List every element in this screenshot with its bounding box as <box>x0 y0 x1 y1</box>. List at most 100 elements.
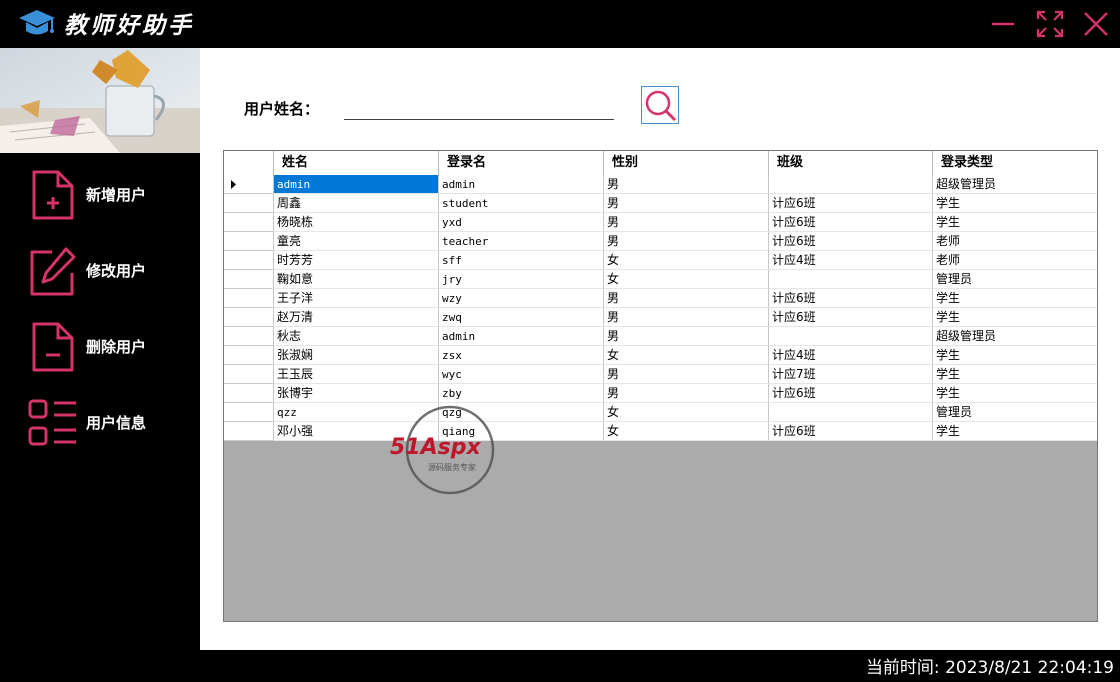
table-cell[interactable]: admin <box>438 175 603 194</box>
table-cell[interactable]: 计应4班 <box>768 251 932 270</box>
table-cell[interactable]: yxd <box>438 213 603 232</box>
table-row[interactable]: qzz qzg 女 管理员 <box>224 403 1097 422</box>
table-cell[interactable]: 学生 <box>932 384 1097 403</box>
table-cell[interactable] <box>768 403 932 422</box>
table-cell[interactable]: sff <box>438 251 603 270</box>
table-row[interactable]: 邓小强 qiang 女计应6班 学生 <box>224 422 1097 441</box>
table-cell[interactable]: 鞠如意 <box>273 270 438 289</box>
maximize-icon[interactable] <box>1036 10 1064 38</box>
table-cell[interactable]: wzy <box>438 289 603 308</box>
column-header[interactable]: 姓名 <box>273 151 438 175</box>
table-cell[interactable]: 秋志 <box>273 327 438 346</box>
table-cell[interactable]: qiang <box>438 422 603 441</box>
table-cell[interactable] <box>768 175 932 194</box>
close-icon[interactable] <box>1082 10 1110 38</box>
column-header[interactable]: 登录名 <box>438 151 603 175</box>
column-header[interactable]: 班级 <box>768 151 932 175</box>
table-row[interactable]: 周鑫 student 男计应6班 学生 <box>224 194 1097 213</box>
table-cell[interactable]: 女 <box>603 422 768 441</box>
row-selector[interactable] <box>224 308 273 327</box>
table-cell[interactable]: 计应6班 <box>768 194 932 213</box>
row-selector[interactable] <box>224 270 273 289</box>
row-selector[interactable] <box>224 327 273 346</box>
table-cell[interactable]: 学生 <box>932 422 1097 441</box>
row-selector[interactable] <box>224 289 273 308</box>
search-button[interactable] <box>641 86 679 124</box>
table-cell[interactable]: 赵万清 <box>273 308 438 327</box>
sidebar-item-user-info[interactable]: 用户信息 <box>0 391 200 453</box>
table-cell[interactable]: 女 <box>603 251 768 270</box>
row-selector[interactable] <box>224 384 273 403</box>
table-cell[interactable]: zsx <box>438 346 603 365</box>
table-row[interactable]: 张博宇 zby 男计应6班 学生 <box>224 384 1097 403</box>
table-cell[interactable]: 计应6班 <box>768 308 932 327</box>
row-selector[interactable] <box>224 175 273 194</box>
table-row[interactable]: 杨晓栋 yxd 男计应6班 学生 <box>224 213 1097 232</box>
table-cell[interactable]: admin <box>438 327 603 346</box>
sidebar-item-add-user[interactable]: 新增用户 <box>0 163 200 225</box>
table-row[interactable]: admin admin 男超级管理员 <box>224 175 1097 194</box>
table-row[interactable]: 鞠如意 jry 女 管理员 <box>224 270 1097 289</box>
search-input[interactable] <box>344 94 614 120</box>
column-header[interactable]: 登录类型 <box>932 151 1097 175</box>
table-cell[interactable]: 学生 <box>932 346 1097 365</box>
table-cell[interactable]: 计应6班 <box>768 213 932 232</box>
table-cell[interactable]: 老师 <box>932 232 1097 251</box>
table-cell[interactable]: 张博宇 <box>273 384 438 403</box>
table-cell[interactable]: 计应6班 <box>768 232 932 251</box>
table-cell[interactable]: 杨晓栋 <box>273 213 438 232</box>
table-cell[interactable]: 男 <box>603 175 768 194</box>
table-row[interactable]: 童亮 teacher 男计应6班 老师 <box>224 232 1097 251</box>
table-cell[interactable]: 学生 <box>932 194 1097 213</box>
table-cell[interactable]: 邓小强 <box>273 422 438 441</box>
table-cell[interactable]: student <box>438 194 603 213</box>
table-row[interactable]: 王子洋 wzy 男计应6班 学生 <box>224 289 1097 308</box>
table-cell[interactable]: wyc <box>438 365 603 384</box>
table-row[interactable]: 时芳芳 sff 女计应4班 老师 <box>224 251 1097 270</box>
table-cell[interactable]: 男 <box>603 365 768 384</box>
row-selector[interactable] <box>224 213 273 232</box>
table-cell[interactable]: 学生 <box>932 289 1097 308</box>
column-header[interactable]: 性别 <box>603 151 768 175</box>
table-cell[interactable]: 管理员 <box>932 403 1097 422</box>
row-selector[interactable] <box>224 232 273 251</box>
table-cell[interactable]: 王玉辰 <box>273 365 438 384</box>
row-selector[interactable] <box>224 251 273 270</box>
table-cell[interactable]: 女 <box>603 403 768 422</box>
table-cell[interactable]: 男 <box>603 232 768 251</box>
table-cell[interactable]: 计应6班 <box>768 422 932 441</box>
table-cell[interactable]: 计应4班 <box>768 346 932 365</box>
table-cell[interactable]: jry <box>438 270 603 289</box>
table-cell[interactable]: 男 <box>603 194 768 213</box>
sidebar-item-edit-user[interactable]: 修改用户 <box>0 239 200 301</box>
table-row[interactable]: 秋志 admin 男 超级管理员 <box>224 327 1097 346</box>
row-selector[interactable] <box>224 403 273 422</box>
table-cell[interactable]: teacher <box>438 232 603 251</box>
row-selector[interactable] <box>224 365 273 384</box>
table-cell[interactable]: qzg <box>438 403 603 422</box>
table-row[interactable]: 王玉辰 wyc 男计应7班 学生 <box>224 365 1097 384</box>
table-cell[interactable]: 计应7班 <box>768 365 932 384</box>
table-cell[interactable] <box>768 327 932 346</box>
table-cell[interactable]: 学生 <box>932 308 1097 327</box>
table-cell[interactable]: 时芳芳 <box>273 251 438 270</box>
table-cell[interactable]: 女 <box>603 346 768 365</box>
table-cell[interactable]: 计应6班 <box>768 384 932 403</box>
table-cell[interactable]: 学生 <box>932 365 1097 384</box>
table-cell[interactable]: zwq <box>438 308 603 327</box>
table-cell[interactable]: 张淑娴 <box>273 346 438 365</box>
table-cell[interactable]: 管理员 <box>932 270 1097 289</box>
minimize-icon[interactable] <box>988 10 1016 38</box>
table-cell[interactable]: 周鑫 <box>273 194 438 213</box>
table-cell[interactable]: 超级管理员 <box>932 175 1097 194</box>
table-row[interactable]: 张淑娴 zsx 女计应4班 学生 <box>224 346 1097 365</box>
table-row[interactable]: 赵万清 zwq 男计应6班 学生 <box>224 308 1097 327</box>
table-cell[interactable]: qzz <box>273 403 438 422</box>
table-cell[interactable]: 童亮 <box>273 232 438 251</box>
table-cell[interactable]: 男 <box>603 384 768 403</box>
table-cell[interactable]: admin <box>273 175 438 194</box>
table-cell[interactable]: 超级管理员 <box>932 327 1097 346</box>
table-cell[interactable]: 学生 <box>932 213 1097 232</box>
table-cell[interactable]: 男 <box>603 213 768 232</box>
table-cell[interactable]: 男 <box>603 289 768 308</box>
